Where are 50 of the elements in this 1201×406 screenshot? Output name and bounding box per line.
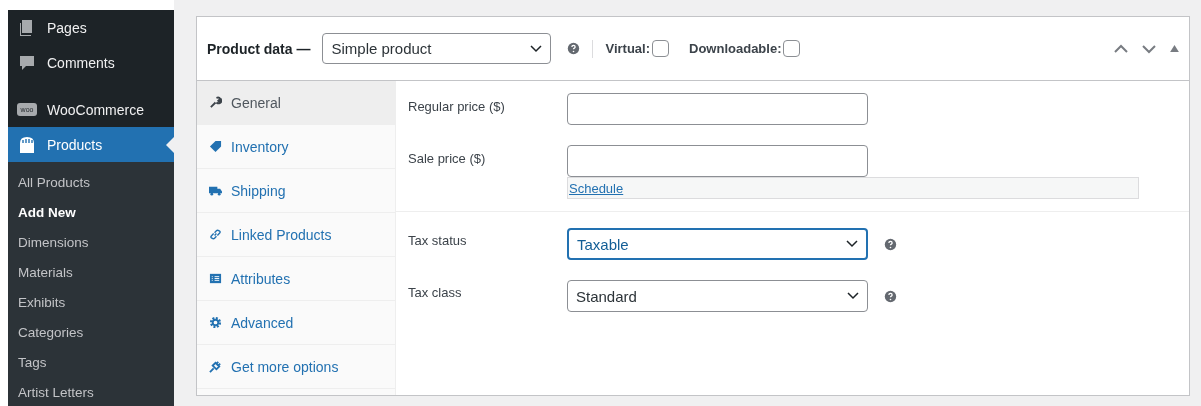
chevron-down-icon	[846, 240, 858, 248]
truck-icon	[209, 184, 222, 197]
tax-select[interactable]: Standard	[567, 280, 868, 312]
tab[interactable]: Shipping	[197, 169, 395, 213]
tab[interactable]: Linked Products	[197, 213, 395, 257]
help-icon[interactable]	[884, 289, 897, 303]
submenu-item[interactable]: Materials	[8, 258, 174, 288]
schedule-link[interactable]: Schedule	[569, 180, 624, 196]
submenu-item[interactable]: Tags	[8, 348, 174, 378]
tab[interactable]: General	[197, 81, 395, 125]
option-label: Virtual:	[605, 41, 651, 56]
gear-icon	[209, 316, 222, 329]
list-icon	[209, 272, 222, 285]
submenu-item[interactable]: Categories	[8, 318, 174, 348]
move-down-icon[interactable]	[1142, 43, 1156, 54]
menu-item[interactable]: Products	[8, 127, 174, 162]
submenu-item[interactable]: All Products	[8, 168, 174, 198]
panel-title: Product data —	[207, 40, 311, 57]
tag-icon	[209, 140, 222, 153]
checkbox[interactable]	[783, 40, 801, 57]
product-type-select[interactable]: Simple product	[322, 33, 552, 64]
price-input[interactable]	[567, 145, 868, 177]
submenu-item[interactable]: Artist Letters	[8, 378, 174, 406]
field-label: Tax class	[408, 284, 463, 300]
checkbox[interactable]	[652, 40, 670, 57]
move-up-icon[interactable]	[1114, 43, 1128, 54]
price-input[interactable]	[567, 93, 868, 125]
submenu-item[interactable]: Exhibits	[8, 288, 174, 318]
plug-icon	[209, 360, 222, 373]
chevron-down-icon	[530, 44, 543, 53]
field-label: Tax status	[408, 232, 468, 248]
menu-item[interactable]: Comments	[8, 45, 174, 80]
collapse-icon[interactable]	[1170, 45, 1179, 52]
help-icon[interactable]	[884, 237, 897, 251]
shop-icon	[17, 134, 37, 155]
tab[interactable]: Advanced	[197, 301, 395, 345]
tab[interactable]: Inventory	[197, 125, 395, 169]
chevron-down-icon	[847, 292, 859, 300]
tax-select[interactable]: Taxable	[567, 228, 868, 260]
wrench-icon	[209, 96, 222, 109]
link-icon	[209, 228, 222, 241]
tab[interactable]: Get more options	[197, 345, 395, 389]
submenu-item[interactable]: Add New	[8, 198, 174, 228]
option-label: Downloadable:	[689, 41, 782, 56]
field-label: Regular price ($)	[408, 98, 506, 114]
tab[interactable]: Attributes	[197, 257, 395, 301]
menu-item[interactable]: Pages	[8, 10, 174, 45]
field-label: Sale price ($)	[408, 150, 487, 166]
submenu-item[interactable]: Dimensions	[8, 228, 174, 258]
help-icon[interactable]	[567, 42, 581, 55]
